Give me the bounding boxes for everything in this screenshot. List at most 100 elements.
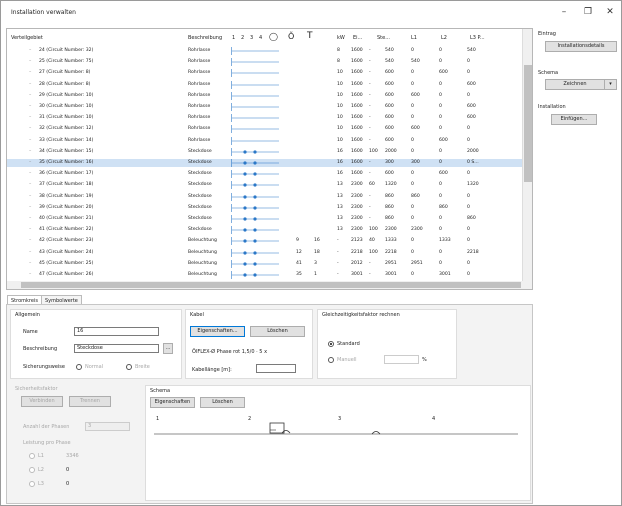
- standard-label: Standard: [337, 341, 360, 347]
- table-row[interactable]: – 39 (Circuit Number: 20) Steckdose 13 2300-…: [7, 203, 523, 212]
- row-cell-4: 600: [385, 92, 394, 98]
- cable-length-input[interactable]: [256, 364, 296, 373]
- col-l1[interactable]: L1: [411, 35, 417, 41]
- installationsdetails-button[interactable]: Installationsdetails: [545, 41, 617, 52]
- tree-line-icon: –: [29, 216, 32, 221]
- col-phase-3[interactable]: 3: [250, 35, 253, 41]
- table-row[interactable]: – 43 (Circuit Number: 24) Beleuchtung 12 18 -…: [7, 248, 523, 257]
- table-row[interactable]: – 25 (Circuit Number: 75) Rohrlasse 8 1600- 5…: [7, 58, 523, 67]
- l1-radio[interactable]: [29, 453, 35, 459]
- row-cell-7: 2218: [467, 249, 479, 255]
- table-row[interactable]: – 29 (Circuit Number: 10) Rohrlasse 10 1600-…: [7, 91, 523, 100]
- table-row[interactable]: – 27 (Circuit Number: 8) Rohrlasse 10 1600- 6…: [7, 69, 523, 78]
- row-type: Beleuchtung: [188, 238, 217, 244]
- normal-radio[interactable]: [76, 364, 82, 370]
- col-kw[interactable]: kW: [337, 35, 345, 41]
- row-cell-6: 0: [439, 193, 442, 199]
- scroll-thumb[interactable]: [524, 65, 532, 182]
- row-name: 35 (Circuit Number: 16): [39, 160, 94, 165]
- row-cell-4: 2000: [385, 148, 397, 154]
- row-cell-4: 600: [385, 104, 394, 109]
- horizontal-scrollbar[interactable]: [7, 281, 523, 289]
- table-row[interactable]: – 37 (Circuit Number: 18) Steckdose 13 2300 6…: [7, 181, 523, 190]
- einfuegen-button[interactable]: Einfügen...: [551, 114, 597, 125]
- row-cell-5: 0: [411, 137, 414, 143]
- col-ste[interactable]: Ste...: [377, 35, 390, 41]
- row-cell-5: 300: [411, 160, 420, 165]
- row-cell-1: -: [337, 238, 339, 244]
- l2-radio[interactable]: [29, 467, 35, 473]
- row-cell-1: 10: [337, 137, 343, 143]
- row-cell-5: 0: [411, 216, 414, 221]
- percent-input[interactable]: [384, 355, 419, 364]
- row-cell-5: 0: [411, 204, 414, 210]
- row-cell-7: 0: [467, 70, 470, 76]
- table-row[interactable]: – 32 (Circuit Number: 12) Rohrlasse 10 1600-…: [7, 125, 523, 134]
- table-row[interactable]: –45 (Circuit Number: 25) Beleuchtung 41 3-2…: [7, 259, 523, 268]
- hscroll-thumb[interactable]: [21, 282, 521, 288]
- table-row[interactable]: – 42 (Circuit Number: 23) Beleuchtung 9 16 - 2…: [7, 237, 523, 246]
- row-name: 34 (Circuit Number: 15): [39, 148, 94, 154]
- standard-radio[interactable]: [328, 341, 334, 347]
- row-type: Beleuchtung: [188, 260, 217, 266]
- table-row[interactable]: – 28 (Circuit Number: 8) Rohrlasse 10 1600- 6…: [7, 80, 523, 89]
- col-type[interactable]: Beschreibung: [188, 35, 222, 41]
- row-cell-6: 600: [439, 70, 448, 76]
- l3-radio[interactable]: [29, 481, 35, 487]
- vertical-scrollbar[interactable]: [522, 29, 532, 289]
- close-button[interactable]: ✕: [599, 5, 621, 19]
- col-phase-4[interactable]: 4: [259, 35, 262, 41]
- row-cell-6: 0: [439, 48, 442, 53]
- row-name: 41 (Circuit Number: 22): [39, 227, 94, 233]
- schema-group-label: Schema: [538, 70, 559, 76]
- zeichnen-dropdown-icon[interactable]: ▾: [604, 79, 617, 90]
- row-cell-1: -: [337, 249, 339, 255]
- table-row[interactable]: – 34 (Circuit Number: 15) Steckdose 16 1600 1…: [7, 147, 523, 156]
- table-row[interactable]: – 47 (Circuit Number: 26) Beleuchtung 35 1 - 3…: [7, 271, 523, 279]
- trennen-button[interactable]: Trennen: [69, 396, 111, 407]
- description-input[interactable]: Steckdose: [74, 344, 159, 353]
- row-cell-6: 0: [439, 160, 442, 165]
- phase-input[interactable]: 3: [85, 422, 130, 431]
- col-l2[interactable]: L2: [441, 35, 447, 41]
- breite-radio[interactable]: [126, 364, 132, 370]
- normal-label: Normal: [85, 364, 104, 370]
- table-row[interactable]: – 30 (Circuit Number: 10) Rohrlasse 10 1600 -…: [7, 103, 523, 111]
- cable-delete-button[interactable]: Löschen: [250, 326, 305, 337]
- row-cell-7: 600: [467, 81, 476, 87]
- row-cell-1: -: [337, 260, 339, 266]
- table-row[interactable]: – 36 (Circuit Number: 17) Steckdose 16 1600-…: [7, 170, 523, 179]
- row-cell-6: 0: [439, 81, 442, 87]
- col-l3[interactable]: L3 P...: [470, 35, 485, 41]
- row-cell-4: 600: [385, 81, 394, 87]
- table-row[interactable]: – 35 (Circuit Number: 16) Steckdose 16 1600 -…: [7, 159, 523, 167]
- col-ei[interactable]: Ei...: [353, 35, 362, 41]
- table-row[interactable]: – 41 (Circuit Number: 22) Steckdose 13 2300 1…: [7, 226, 523, 235]
- tree-line-icon: –: [29, 70, 32, 76]
- restore-button[interactable]: ❐: [577, 5, 599, 19]
- table-row[interactable]: – 24 (Circuit Number: 32) Rohrlasse 8 1600 - 5…: [7, 47, 523, 55]
- manual-radio[interactable]: [328, 357, 334, 363]
- col-phase-1[interactable]: 1: [232, 35, 235, 41]
- verbinden-button[interactable]: Verbinden: [21, 396, 63, 407]
- row-type: Steckdose: [188, 148, 212, 154]
- minimize-button[interactable]: –: [553, 5, 575, 19]
- manual-label: Manuell: [337, 357, 357, 363]
- table-row[interactable]: – 40 (Circuit Number: 21) Steckdose 13 2300 -…: [7, 215, 523, 223]
- col-phase-2[interactable]: 2: [241, 35, 244, 41]
- table-row[interactable]: – 33 (Circuit Number: 14) Rohrlasse 10 1600-…: [7, 136, 523, 145]
- l3-value: 0: [66, 481, 70, 487]
- row-cell-5: 860: [411, 193, 420, 199]
- name-input[interactable]: 16: [74, 327, 159, 336]
- cable-properties-button[interactable]: Eigenschaften...: [190, 326, 245, 337]
- zeichnen-button[interactable]: Zeichnen: [545, 79, 605, 90]
- schema-diagram[interactable]: [146, 386, 532, 502]
- phase-label: Anzahl der Phasen: [23, 424, 70, 430]
- col-name[interactable]: Verteilgebiet: [11, 35, 43, 41]
- row-extra-2: 1: [314, 272, 317, 277]
- phase-line-icon: [231, 181, 279, 190]
- eintrag-group-label: Eintrag: [538, 31, 556, 37]
- table-row[interactable]: – 31 (Circuit Number: 10) Rohrlasse 10 1600-…: [7, 114, 523, 123]
- browse-button[interactable]: ...: [163, 343, 173, 354]
- table-row[interactable]: – 38 (Circuit Number: 19) Steckdose 13 2300-…: [7, 192, 523, 201]
